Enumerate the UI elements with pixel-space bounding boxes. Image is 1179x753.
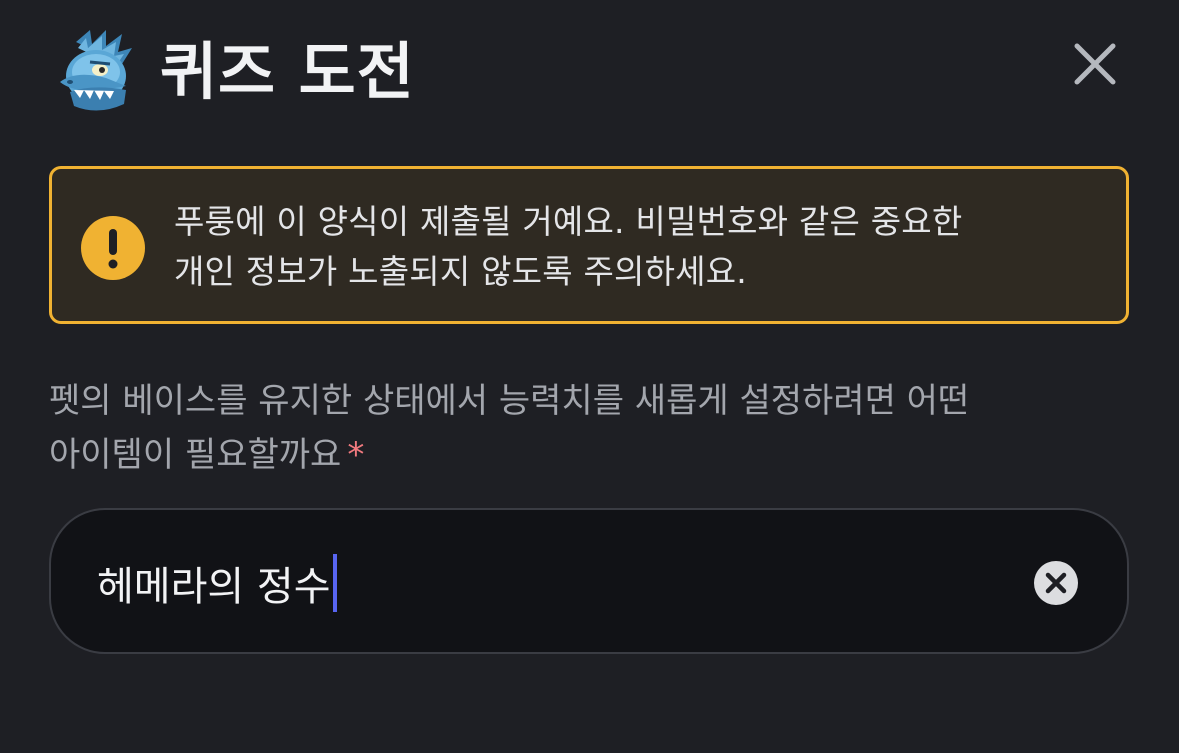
warning-line-2: 개인 정보가 노출되지 않도록 주의하세요.	[174, 252, 747, 291]
text-caret	[332, 554, 337, 612]
answer-value: 헤메라의 정수	[97, 564, 331, 610]
modal-header: 퀴즈 도전	[56, 22, 1123, 122]
answer-field[interactable]: 헤메라의 정수	[49, 508, 1129, 654]
page-title: 퀴즈 도전	[160, 35, 415, 108]
question-label: 펫의 베이스를 유지한 상태에서 능력치를 새롭게 설정하려면 어떤 아이템이 …	[49, 374, 1139, 482]
quiz-modal: 퀴즈 도전 푸룽에 이 양식이 제출될 거예요. 비밀번호와 같은 중요한 개인…	[0, 0, 1179, 753]
dragon-mascot-icon	[60, 30, 132, 111]
close-icon[interactable]	[1071, 40, 1119, 88]
warning-text: 푸룽에 이 양식이 제출될 거예요. 비밀번호와 같은 중요한 개인 정보가 노…	[174, 197, 1096, 297]
clear-circle-icon[interactable]	[1033, 560, 1079, 606]
exclamation-circle-icon	[81, 216, 145, 280]
answer-input[interactable]: 헤메라의 정수	[97, 550, 337, 616]
question-line-2: 아이템이 필요할까요 *	[49, 428, 1139, 482]
question-line-2-text: 아이템이 필요할까요	[49, 435, 342, 475]
required-asterisk: *	[347, 435, 365, 475]
warning-banner: 푸룽에 이 양식이 제출될 거예요. 비밀번호와 같은 중요한 개인 정보가 노…	[49, 166, 1129, 324]
question-line-1: 펫의 베이스를 유지한 상태에서 능력치를 새롭게 설정하려면 어떤	[49, 381, 970, 421]
warning-line-1: 푸룽에 이 양식이 제출될 거예요. 비밀번호와 같은 중요한	[174, 202, 963, 241]
